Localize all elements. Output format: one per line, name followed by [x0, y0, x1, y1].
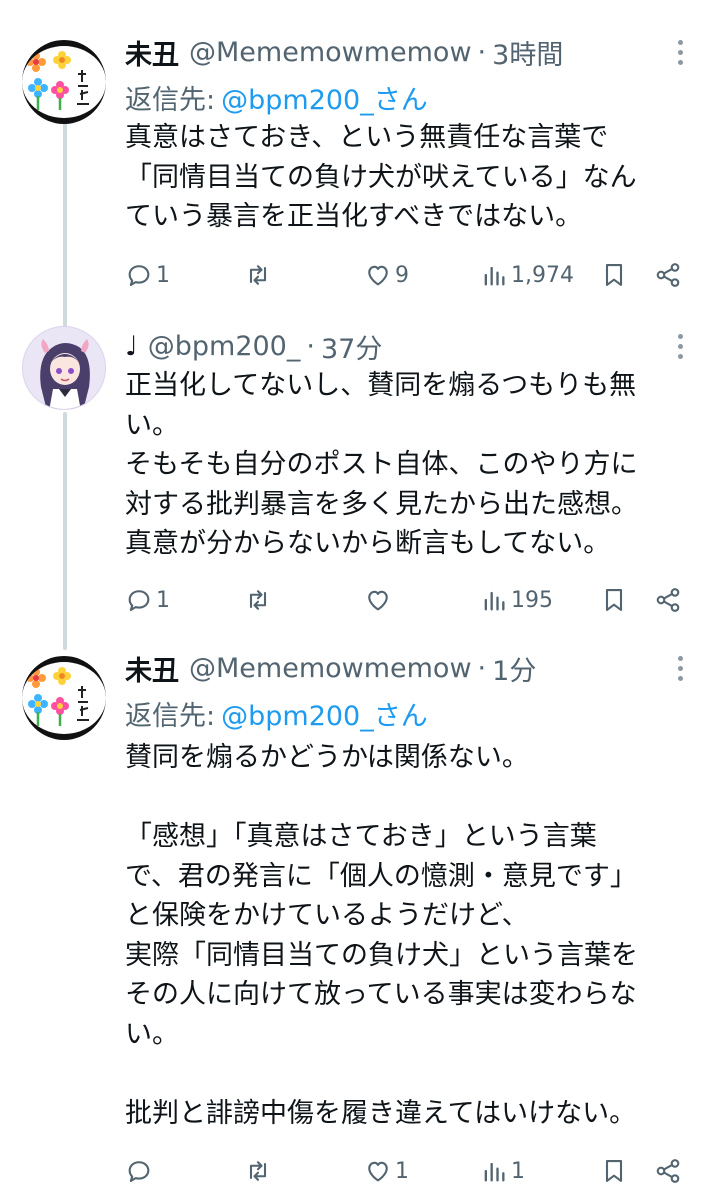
reply-icon	[128, 1161, 150, 1182]
reply-to: 返信先: @bpm200_さん	[125, 78, 428, 117]
thread-line	[63, 122, 67, 327]
reply-to: 返信先: @bpm200_さん	[125, 694, 428, 733]
anime-character-icon	[23, 327, 105, 409]
tweet-text-line: と保険をかけているようだけど、	[125, 900, 529, 931]
bookmark-icon	[605, 589, 623, 611]
more-icon[interactable]	[668, 32, 692, 72]
tweet-text-line	[125, 778, 705, 818]
tweet-header: 未丑 @Mememowmemow · 1分	[125, 648, 536, 688]
bookmark-button[interactable]	[600, 583, 628, 617]
reply-mention-link[interactable]: @bpm200_さん	[221, 85, 428, 116]
bookmark-icon	[605, 1160, 623, 1182]
share-button[interactable]	[654, 258, 682, 292]
views-button[interactable]: 1,974	[480, 258, 574, 292]
retweet-button[interactable]	[244, 258, 275, 292]
share-button[interactable]	[654, 1154, 682, 1188]
reply-to-label: 返信先:	[125, 701, 216, 732]
views-count: 1,974	[511, 262, 574, 288]
avatar[interactable]	[22, 656, 106, 740]
share-icon	[656, 588, 680, 612]
retweet-button[interactable]	[244, 1154, 275, 1188]
display-name[interactable]: 未丑	[125, 649, 179, 688]
share-button[interactable]	[654, 583, 682, 617]
reply-button[interactable]: 1	[125, 583, 170, 617]
flower-signature-icon	[26, 51, 89, 110]
reply-count: 1	[156, 587, 170, 613]
share-icon	[656, 1159, 680, 1183]
like-button[interactable]	[364, 583, 395, 617]
tweet-text: 真意はさておき、という無責任な言葉で 「同情目当ての負け犬が吠えている」なん て…	[125, 118, 705, 237]
tweet-text-line: その人に向けて放っている事実は変わらな	[125, 979, 637, 1010]
tweet-text-line: 真意はさておき、という無責任な言葉で	[125, 122, 609, 153]
reply-button[interactable]	[125, 1154, 156, 1188]
views-count: 1	[511, 1158, 525, 1184]
reply-count: 1	[156, 262, 170, 288]
tweet-text-line: 賛同を煽るかどうかは関係ない。	[125, 742, 529, 773]
tweet-text-line: 真意が分からないから断言もしてない。	[125, 528, 611, 559]
display-name[interactable]: 未丑	[125, 33, 179, 72]
tweet-header: 未丑 @Mememowmemow · 3時間	[125, 32, 563, 72]
separator: ·	[477, 652, 487, 684]
separator: ·	[477, 36, 487, 68]
bookmark-icon	[605, 264, 623, 286]
thread-line	[63, 412, 67, 650]
display-name[interactable]: ♩	[125, 331, 138, 362]
reply-mention-link[interactable]: @bpm200_さん	[221, 701, 428, 732]
reply-to-label: 返信先:	[125, 85, 216, 116]
tweet-text-line: 正当化してないし、賛同を煽るつもりも無	[125, 370, 637, 401]
tweet-text-line: ていう暴言を正当化すべきではない。	[125, 201, 583, 232]
views-button[interactable]: 1	[480, 1154, 525, 1188]
tweet-text-line: 批判と誹謗中傷を履き違えてはいけない。	[125, 1097, 637, 1129]
tweet-text-line: そもそも自分のポスト自体、このやり方に	[125, 449, 638, 480]
tweet-text-line: 対する批判暴言を多く見たから出た感想。	[125, 488, 638, 520]
views-button[interactable]: 195	[480, 583, 553, 617]
bookmark-button[interactable]	[600, 258, 628, 292]
handle[interactable]: @Mememowmemow	[189, 37, 472, 68]
views-icon	[484, 1162, 505, 1182]
share-icon	[656, 263, 680, 287]
handle[interactable]: @bpm200_	[148, 331, 301, 362]
tweet-text-line: 「同情目当ての負け犬が吠えている」なん	[125, 161, 637, 193]
retweet-button[interactable]	[244, 583, 275, 617]
tweet-text-line: 実際「同情目当ての負け犬」という言葉を	[125, 939, 638, 971]
timestamp[interactable]: 3時間	[492, 33, 563, 72]
more-icon[interactable]	[668, 326, 692, 366]
avatar[interactable]	[22, 326, 106, 410]
tweet-text-line: で、君の発言に「個人の憶測・意見です」	[125, 860, 637, 892]
timestamp[interactable]: 1分	[492, 649, 536, 688]
views-count: 195	[511, 587, 553, 613]
like-icon	[368, 265, 388, 286]
tweet-text-line: い。	[125, 409, 179, 441]
like-count: 9	[395, 262, 409, 288]
bookmark-button[interactable]	[600, 1154, 628, 1188]
tweet-header: ♩ @bpm200_ · 37分	[125, 326, 382, 366]
views-icon	[484, 266, 505, 286]
timestamp[interactable]: 37分	[321, 327, 382, 366]
like-icon	[368, 590, 388, 611]
tweet-text-line	[125, 1054, 705, 1094]
tweet-text: 正当化してないし、賛同を煽るつもりも無 い。 そもそも自分のポスト自体、このやり…	[125, 366, 705, 564]
reply-icon	[128, 590, 150, 611]
views-icon	[484, 591, 505, 611]
flower-signature-icon	[26, 667, 89, 726]
more-icon[interactable]	[668, 648, 692, 688]
like-button[interactable]: 1	[364, 1154, 409, 1188]
retweet-icon	[249, 265, 267, 285]
handle[interactable]: @Mememowmemow	[189, 653, 472, 684]
retweet-icon	[249, 590, 267, 610]
tweet-text: 賛同を煽るかどうかは関係ない。 「感想」「真意はさておき」という言葉 で、君の発…	[125, 738, 705, 1133]
reply-icon	[128, 265, 150, 286]
tweet-text-line: 「感想」「真意はさておき」という言葉	[125, 821, 597, 852]
like-button[interactable]: 9	[364, 258, 409, 292]
retweet-icon	[249, 1161, 267, 1181]
like-count: 1	[395, 1158, 409, 1184]
avatar[interactable]	[22, 40, 106, 124]
tweet-text-line: い。	[125, 1018, 179, 1050]
like-icon	[368, 1161, 388, 1182]
separator: ·	[306, 330, 315, 362]
reply-button[interactable]: 1	[125, 258, 170, 292]
